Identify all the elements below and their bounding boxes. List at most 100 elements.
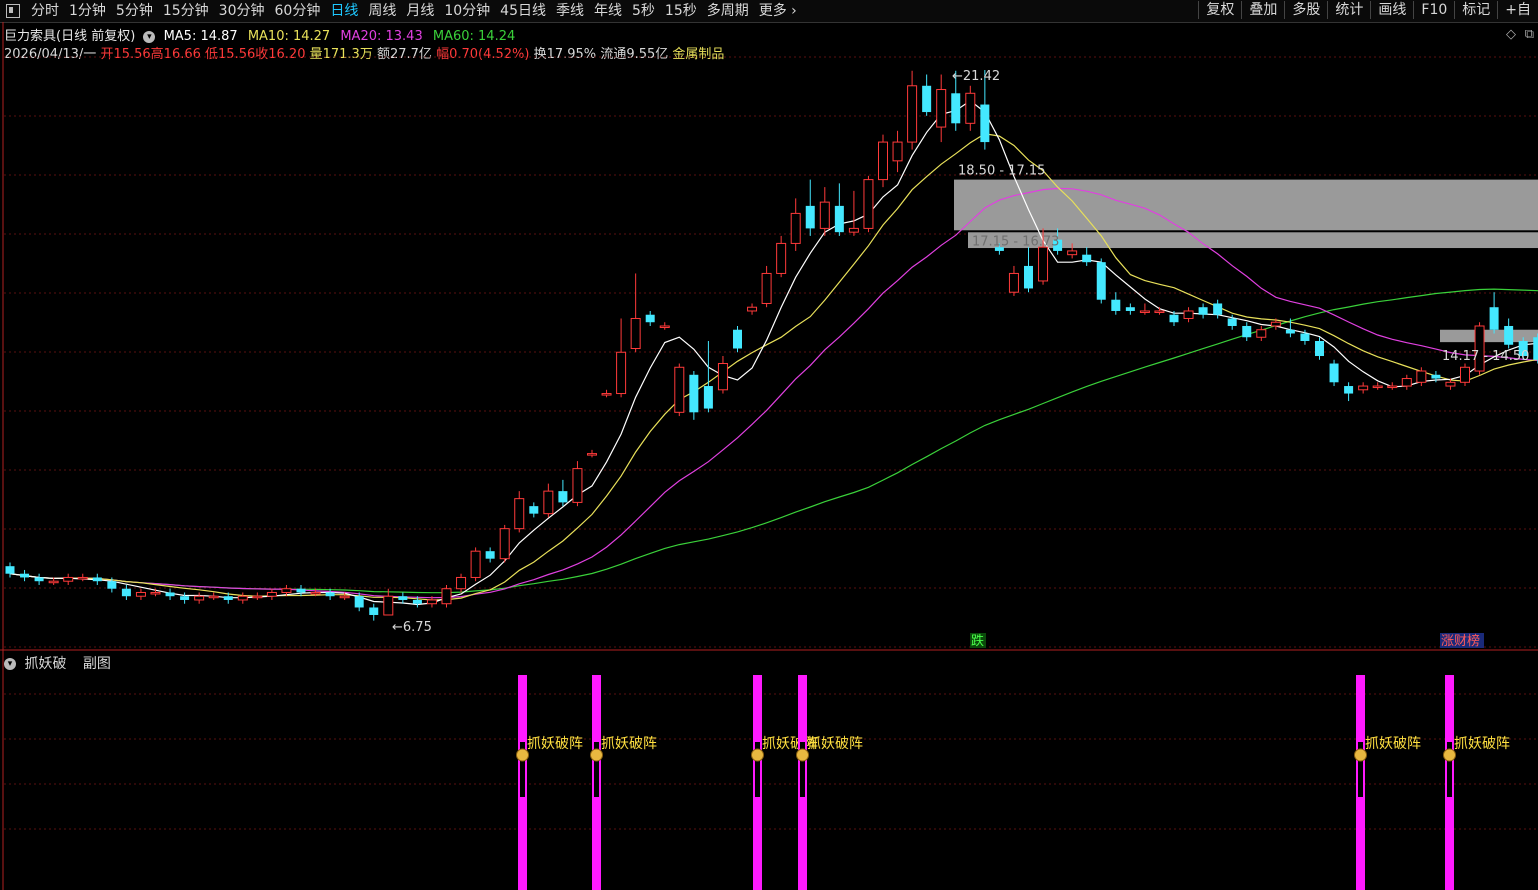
period-tab[interactable]: 多周期 — [702, 2, 754, 20]
period-tab[interactable]: 5秒 — [627, 2, 660, 20]
period-tab[interactable]: 1分钟 — [64, 2, 111, 20]
period-tab[interactable]: 30分钟 — [214, 2, 270, 20]
candle-body — [194, 595, 205, 601]
period-tab[interactable]: 年线 — [589, 2, 627, 20]
toolbar-button[interactable]: 标记 — [1454, 1, 1497, 19]
signal-label: 抓妖破阵 — [1454, 736, 1510, 752]
candle — [1111, 292, 1121, 315]
period-tab[interactable]: 5分钟 — [111, 2, 158, 20]
candle-body — [1242, 325, 1252, 338]
candle-body — [936, 89, 947, 128]
candle-body — [1111, 299, 1121, 311]
toolbar-button[interactable]: +自 — [1497, 1, 1538, 19]
fall-badge: 跌 — [971, 633, 984, 649]
high-price-label: ←21.42 — [952, 69, 1000, 84]
money-bag-icon — [796, 748, 809, 762]
candle-body — [48, 580, 59, 584]
candle-body — [1504, 325, 1514, 345]
toolbar-button[interactable]: F10 — [1413, 1, 1454, 19]
candle-body — [1024, 265, 1033, 289]
period-tab[interactable]: 60分钟 — [270, 2, 326, 20]
candle-body — [863, 179, 874, 229]
candle — [1082, 247, 1092, 266]
period-tab[interactable]: 月线 — [401, 2, 439, 20]
candle — [252, 592, 263, 600]
candle-body — [834, 205, 844, 233]
chart-annotations: ←21.42 ←6.75 18.50 - 17.15 17.15 - 16.73 14.… — [392, 69, 1529, 762]
candle-body — [529, 506, 539, 514]
candle — [1256, 325, 1267, 341]
candle — [34, 573, 44, 585]
candle — [1198, 303, 1208, 319]
candle — [689, 371, 699, 420]
candle — [819, 187, 830, 236]
candle — [1344, 382, 1354, 402]
sub-panel-menu-icon[interactable]: ▾ — [4, 658, 16, 670]
period-tabs: 分时 1分钟 5分钟 15分钟 30分钟 60分钟 日线 周线 月线 10分钟 45日线 季线 年线 5秒… — [6, 2, 802, 20]
candle-body — [922, 85, 932, 113]
candle-body — [383, 595, 394, 616]
period-tab[interactable]: 日线 — [325, 2, 363, 20]
period-tab[interactable]: 45日线 — [495, 2, 551, 20]
signal-marker — [751, 675, 764, 890]
toolbar-button[interactable]: 复权 — [1198, 1, 1241, 19]
candle-body — [470, 550, 481, 578]
candle-body — [1038, 246, 1049, 282]
toolbar-button[interactable]: 叠加 — [1241, 1, 1284, 19]
layout-toggle-icon[interactable] — [6, 4, 20, 18]
period-tab[interactable]: 周线 — [363, 2, 401, 20]
sub-panel-title[interactable]: 抓妖破 — [24, 656, 66, 672]
candle-body — [848, 227, 859, 233]
signal-marker — [796, 675, 809, 890]
candle-body — [1198, 307, 1208, 315]
candle — [834, 183, 844, 236]
rank-badge: 涨财榜 — [1441, 633, 1480, 649]
candle-body — [761, 272, 772, 304]
candle — [892, 130, 903, 173]
candle-body — [805, 205, 815, 229]
candle-body — [252, 595, 263, 599]
candle-body — [398, 596, 408, 600]
zone-18-50 — [954, 179, 1538, 231]
period-tab[interactable]: 15分钟 — [158, 2, 214, 20]
candle-body — [1169, 314, 1179, 323]
candle-body — [630, 317, 641, 350]
candle — [296, 584, 306, 597]
candle-body — [165, 592, 175, 597]
toolbar-button[interactable]: 多股 — [1284, 1, 1327, 19]
candle — [747, 303, 758, 315]
period-tab[interactable]: 季线 — [551, 2, 589, 20]
candle — [1387, 382, 1398, 390]
sub-panel-subtitle[interactable]: 副图 — [83, 656, 111, 672]
toolbar-button[interactable]: 统计 — [1327, 1, 1370, 19]
candle — [499, 524, 510, 563]
price-chart[interactable]: ←21.42 ←6.75 18.50 - 17.15 17.15 - 16.73 14.… — [0, 22, 1538, 890]
toolbar-button[interactable]: 画线 — [1370, 1, 1413, 19]
candle — [776, 235, 787, 278]
candle-body — [1213, 303, 1223, 315]
candlesticks — [5, 70, 1538, 621]
candle-body — [1445, 381, 1456, 387]
candle — [485, 547, 495, 563]
candle-body — [354, 596, 364, 608]
period-tab[interactable]: 分时 — [26, 2, 64, 20]
candle-body — [150, 591, 161, 595]
candle-body — [208, 595, 219, 599]
candle — [601, 389, 612, 398]
candle — [805, 179, 815, 236]
candle-body — [1285, 329, 1295, 334]
candle-body — [77, 576, 88, 580]
period-tab[interactable]: 10分钟 — [439, 2, 495, 20]
candle — [1460, 363, 1470, 387]
candle — [383, 588, 394, 616]
candle-body — [180, 596, 190, 600]
candle — [848, 190, 859, 236]
period-tab[interactable]: 15秒 — [660, 2, 702, 20]
candle-body — [1401, 378, 1412, 387]
period-tab[interactable]: 更多 › — [754, 2, 802, 20]
candle-body — [1139, 310, 1150, 313]
candle-body — [587, 453, 597, 456]
candle — [965, 85, 976, 131]
candle — [1504, 318, 1514, 349]
candle-body — [426, 599, 437, 605]
